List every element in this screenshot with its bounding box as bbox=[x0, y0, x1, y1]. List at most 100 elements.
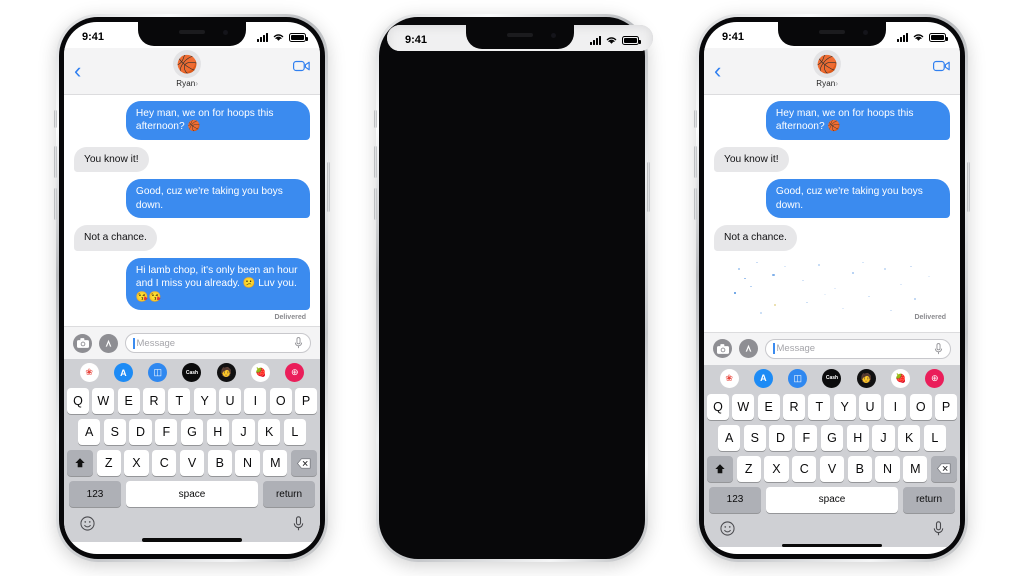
key-c[interactable]: C bbox=[792, 455, 817, 482]
message-bubble-incoming[interactable]: Not a chance. bbox=[714, 225, 797, 251]
apple-cash-app-icon[interactable]: Cash bbox=[182, 363, 202, 383]
images-search-app-icon[interactable]: ⊕ bbox=[285, 363, 305, 383]
key-v[interactable]: V bbox=[179, 450, 205, 477]
message-bubble-outgoing[interactable]: Hey man, we on for hoops this afternoon?… bbox=[765, 101, 956, 140]
key-f[interactable]: F bbox=[155, 419, 178, 446]
apple-cash-app-icon[interactable]: Cash bbox=[822, 368, 842, 388]
message-bubble-outgoing[interactable]: Good, cuz we're taking you boys down. bbox=[765, 179, 956, 219]
key-f[interactable]: F bbox=[795, 424, 818, 451]
emoji-smiley-icon[interactable] bbox=[720, 521, 735, 541]
power-button[interactable] bbox=[967, 162, 970, 212]
video-camera-icon[interactable] bbox=[932, 50, 950, 77]
microphone-icon[interactable] bbox=[294, 337, 303, 349]
key-i[interactable]: I bbox=[244, 388, 267, 415]
key-x[interactable]: X bbox=[124, 450, 149, 477]
volume-down-button[interactable] bbox=[694, 188, 697, 220]
key-k[interactable]: K bbox=[898, 424, 921, 451]
home-indicator[interactable] bbox=[142, 538, 242, 542]
volume-up-button[interactable] bbox=[54, 146, 57, 178]
return-key[interactable]: return bbox=[263, 481, 315, 508]
key-r[interactable]: R bbox=[143, 388, 165, 415]
app-store-icon[interactable] bbox=[739, 339, 758, 359]
microphone-icon[interactable] bbox=[933, 521, 944, 541]
volume-down-button[interactable] bbox=[54, 188, 57, 220]
key-p[interactable]: P bbox=[935, 393, 957, 420]
key-l[interactable]: L bbox=[923, 424, 946, 451]
key-r[interactable]: R bbox=[783, 393, 805, 420]
stickers-app-icon[interactable]: 🍓 bbox=[891, 368, 911, 388]
space-key[interactable]: space bbox=[766, 486, 898, 513]
key-h[interactable]: H bbox=[846, 424, 869, 451]
key-i[interactable]: I bbox=[884, 393, 907, 420]
key-j[interactable]: J bbox=[872, 424, 895, 451]
shift-arrow-icon[interactable] bbox=[67, 450, 94, 477]
key-b[interactable]: B bbox=[847, 455, 872, 482]
key-s[interactable]: S bbox=[743, 424, 766, 451]
key-a[interactable]: A bbox=[78, 419, 101, 446]
key-w[interactable]: W bbox=[92, 388, 115, 415]
message-bubble-outgoing[interactable]: Hi lamb chop, it's only been an hour and… bbox=[125, 257, 316, 311]
key-z[interactable]: Z bbox=[96, 450, 121, 477]
key-q[interactable]: Q bbox=[67, 388, 89, 415]
space-key[interactable]: space bbox=[126, 481, 258, 508]
camera-icon[interactable] bbox=[713, 339, 732, 359]
volume-up-button[interactable] bbox=[374, 146, 377, 178]
memoji-app-icon[interactable]: 🧑 bbox=[216, 363, 236, 383]
shift-arrow-icon[interactable] bbox=[707, 455, 734, 482]
power-button[interactable] bbox=[327, 162, 330, 212]
key-e[interactable]: E bbox=[117, 388, 140, 415]
key-o[interactable]: O bbox=[269, 388, 292, 415]
key-n[interactable]: N bbox=[235, 450, 260, 477]
key-d[interactable]: D bbox=[769, 424, 792, 451]
contact-header[interactable]: 🏀 Ryan› bbox=[173, 50, 202, 88]
return-key[interactable]: return bbox=[903, 486, 955, 513]
key-e[interactable]: E bbox=[757, 393, 780, 420]
search-input[interactable]: Message bbox=[765, 338, 951, 359]
photos-app-icon[interactable]: ❀ bbox=[719, 368, 739, 388]
volume-down-button[interactable] bbox=[374, 188, 377, 220]
backspace-icon[interactable] bbox=[930, 455, 957, 482]
key-v[interactable]: V bbox=[819, 455, 845, 482]
key-j[interactable]: J bbox=[232, 419, 255, 446]
chevron-left-icon[interactable]: ‹ bbox=[714, 50, 721, 82]
contact-header[interactable]: 🏀 Ryan› bbox=[813, 50, 842, 88]
key-y[interactable]: Y bbox=[193, 388, 216, 415]
key-b[interactable]: B bbox=[207, 450, 232, 477]
key-h[interactable]: H bbox=[206, 419, 229, 446]
images-search-app-icon[interactable]: ⊕ bbox=[925, 368, 945, 388]
app-store-app-icon[interactable]: A bbox=[753, 368, 773, 388]
key-g[interactable]: G bbox=[820, 424, 844, 451]
audio-message-app-icon[interactable]: ◫ bbox=[788, 368, 808, 388]
message-bubble-outgoing[interactable]: Good, cuz we're taking you boys down. bbox=[125, 179, 316, 219]
key-m[interactable]: M bbox=[263, 450, 288, 477]
emoji-smiley-icon[interactable] bbox=[80, 516, 95, 536]
microphone-icon[interactable] bbox=[293, 515, 304, 536]
message-bubble-incoming[interactable]: You know it! bbox=[714, 146, 789, 173]
key-t[interactable]: T bbox=[808, 393, 831, 420]
volume-up-button[interactable] bbox=[694, 146, 697, 178]
key-o[interactable]: O bbox=[909, 393, 932, 420]
key-c[interactable]: C bbox=[152, 450, 177, 477]
camera-icon[interactable] bbox=[73, 333, 92, 353]
message-bubble-incoming[interactable]: Not a chance. bbox=[74, 225, 157, 251]
mute-switch[interactable] bbox=[54, 110, 57, 128]
key-k[interactable]: K bbox=[258, 419, 281, 446]
audio-message-app-icon[interactable]: ◫ bbox=[148, 363, 168, 383]
memoji-app-icon[interactable]: 🧑 bbox=[856, 368, 876, 388]
key-l[interactable]: L bbox=[283, 419, 306, 446]
power-button[interactable] bbox=[647, 162, 650, 212]
message-bubble-incoming[interactable]: You know it! bbox=[74, 146, 149, 173]
app-store-icon[interactable] bbox=[99, 333, 118, 353]
key-a[interactable]: A bbox=[718, 424, 741, 451]
stickers-app-icon[interactable]: 🍓 bbox=[251, 363, 271, 383]
search-input[interactable]: Message bbox=[125, 333, 311, 354]
key-d[interactable]: D bbox=[129, 419, 152, 446]
key-u[interactable]: U bbox=[219, 388, 241, 415]
key-w[interactable]: W bbox=[732, 393, 755, 420]
key-z[interactable]: Z bbox=[736, 455, 761, 482]
message-bubble-outgoing[interactable]: Hey man, we on for hoops this afternoon?… bbox=[125, 101, 316, 140]
microphone-icon[interactable] bbox=[934, 342, 943, 355]
key-s[interactable]: S bbox=[103, 419, 126, 446]
numbers-key[interactable]: 123 bbox=[69, 481, 121, 508]
key-q[interactable]: Q bbox=[707, 393, 729, 420]
